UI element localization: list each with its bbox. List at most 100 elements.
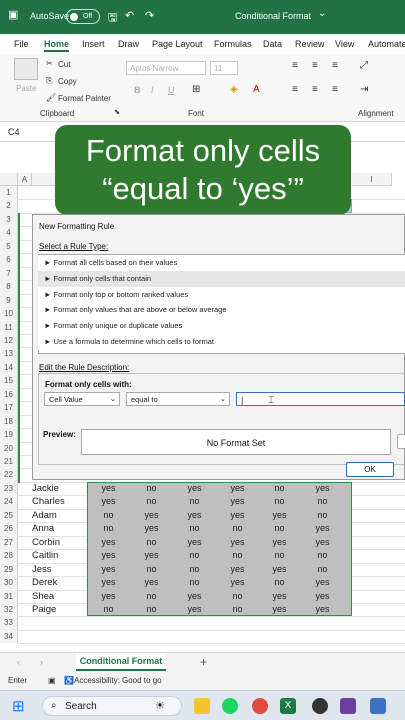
table-cell[interactable]: yes (216, 536, 259, 549)
table-row-name[interactable]: Anna (32, 522, 54, 535)
table-cell[interactable]: no (173, 576, 216, 589)
accessibility-status[interactable]: Accessibility: Good to go (74, 676, 162, 685)
row-header[interactable]: 16 (0, 387, 18, 402)
scroll-right-icon[interactable]: › (40, 657, 43, 667)
tab-draw[interactable]: Draw (118, 39, 139, 49)
font-color-icon[interactable]: A (253, 84, 260, 95)
table-cell[interactable]: yes (87, 549, 130, 562)
column-header-a[interactable]: A (18, 173, 32, 186)
row-header[interactable]: 32 (0, 602, 18, 617)
table-cell[interactable]: no (173, 549, 216, 562)
table-cell[interactable]: no (130, 603, 173, 616)
calculator-icon[interactable] (370, 698, 386, 714)
row-header[interactable]: 21 (0, 455, 18, 469)
align-middle-icon[interactable]: ≡ (312, 60, 318, 71)
tab-data[interactable]: Data (263, 39, 282, 49)
table-cell[interactable]: no (258, 482, 301, 495)
table-cell[interactable]: no (258, 549, 301, 562)
format-painter-button[interactable]: Format Painter (58, 94, 111, 103)
tab-insert[interactable]: Insert (82, 39, 105, 49)
row-header[interactable]: 29 (0, 562, 18, 577)
paste-button[interactable]: Paste (16, 84, 36, 93)
row-header[interactable]: 25 (0, 508, 18, 523)
borders-icon[interactable]: ⊞ (192, 84, 200, 95)
row-header[interactable]: 23 (0, 481, 18, 496)
table-cell[interactable]: yes (301, 590, 344, 603)
cell-value-select[interactable]: Cell Value ⌄ (44, 392, 120, 406)
row-header[interactable]: 1 (0, 186, 18, 200)
tab-formulas[interactable]: Formulas (214, 39, 252, 49)
column-header-i[interactable]: I (352, 173, 392, 186)
table-cell[interactable]: yes (216, 576, 259, 589)
orientation-icon[interactable]: ⤢ (360, 60, 368, 71)
table-cell[interactable]: no (173, 563, 216, 576)
operator-select[interactable]: equal to ⌄ (126, 392, 230, 406)
align-top-icon[interactable]: ≡ (292, 60, 298, 71)
table-cell[interactable]: yes (301, 576, 344, 589)
format-button[interactable] (397, 434, 405, 449)
row-header[interactable]: 9 (0, 293, 18, 308)
table-row-name[interactable]: Jackie (32, 482, 59, 495)
row-header[interactable]: 33 (0, 616, 18, 630)
align-right-icon[interactable]: ≡ (332, 84, 338, 95)
table-cell[interactable]: no (258, 495, 301, 508)
table-row-name[interactable]: Shea (32, 590, 54, 603)
row-header[interactable]: 8 (0, 280, 18, 294)
tab-automate[interactable]: Automate (368, 39, 405, 49)
align-bottom-icon[interactable]: ≡ (332, 60, 338, 71)
row-header[interactable]: 18 (0, 414, 18, 429)
font-size-select[interactable]: 11 (210, 61, 238, 75)
table-cell[interactable]: no (301, 495, 344, 508)
taskbar-search[interactable]: ⌕ Search ☀ (42, 696, 182, 716)
underline-button[interactable]: U (168, 85, 175, 95)
row-header[interactable]: 19 (0, 428, 18, 442)
table-cell[interactable]: no (130, 563, 173, 576)
spotify-icon[interactable] (222, 698, 238, 714)
table-cell[interactable]: no (87, 509, 130, 522)
row-header[interactable]: 26 (0, 522, 18, 536)
italic-button[interactable]: I (151, 85, 154, 95)
file-explorer-icon[interactable] (194, 698, 210, 714)
tab-review[interactable]: Review (295, 39, 325, 49)
app-icon-2[interactable] (340, 698, 356, 714)
rule-type-item[interactable]: ► Format only top or bottom ranked value… (38, 286, 405, 303)
table-row-name[interactable]: Derek (32, 576, 57, 589)
table-cell[interactable]: yes (258, 536, 301, 549)
table-cell[interactable]: yes (130, 522, 173, 535)
table-cell[interactable]: yes (130, 549, 173, 562)
table-cell[interactable]: yes (301, 603, 344, 616)
table-cell[interactable]: yes (130, 509, 173, 522)
table-cell[interactable]: yes (87, 576, 130, 589)
scissors-icon[interactable]: ✂ (46, 59, 53, 68)
indent-icon[interactable]: ⇥ (360, 84, 368, 95)
table-cell[interactable]: no (301, 549, 344, 562)
autosave-toggle[interactable]: Off (66, 9, 100, 24)
table-cell[interactable]: yes (130, 576, 173, 589)
dialog-launcher-icon[interactable]: ⬊ (114, 108, 120, 116)
table-cell[interactable]: no (130, 590, 173, 603)
table-cell[interactable]: yes (258, 590, 301, 603)
excel-taskbar-icon[interactable]: X (280, 698, 296, 714)
table-cell[interactable]: no (130, 495, 173, 508)
row-header[interactable]: 10 (0, 307, 18, 321)
clipboard-icon[interactable] (14, 58, 38, 80)
row-header[interactable]: 7 (0, 266, 18, 281)
table-cell[interactable]: no (130, 482, 173, 495)
row-header[interactable]: 31 (0, 589, 18, 603)
save-icon[interactable]: 🖫 (108, 9, 117, 28)
table-cell[interactable]: yes (216, 495, 259, 508)
copy-button[interactable]: Copy (58, 77, 77, 86)
tab-home[interactable]: Home (44, 39, 70, 52)
format-painter-icon[interactable]: 🖌 (46, 93, 56, 102)
row-header[interactable]: 24 (0, 495, 18, 509)
fill-color-icon[interactable]: ◈ (230, 84, 238, 95)
table-row-name[interactable]: Caitlin (32, 549, 58, 562)
row-header[interactable]: 14 (0, 360, 18, 375)
table-cell[interactable]: yes (173, 536, 216, 549)
table-cell[interactable]: yes (87, 590, 130, 603)
table-cell[interactable]: yes (87, 495, 130, 508)
table-cell[interactable]: yes (87, 563, 130, 576)
table-cell[interactable]: yes (216, 482, 259, 495)
sheet-tab-conditional-format[interactable]: Conditional Format (76, 653, 166, 671)
redo-icon[interactable]: ↷ (145, 9, 154, 22)
